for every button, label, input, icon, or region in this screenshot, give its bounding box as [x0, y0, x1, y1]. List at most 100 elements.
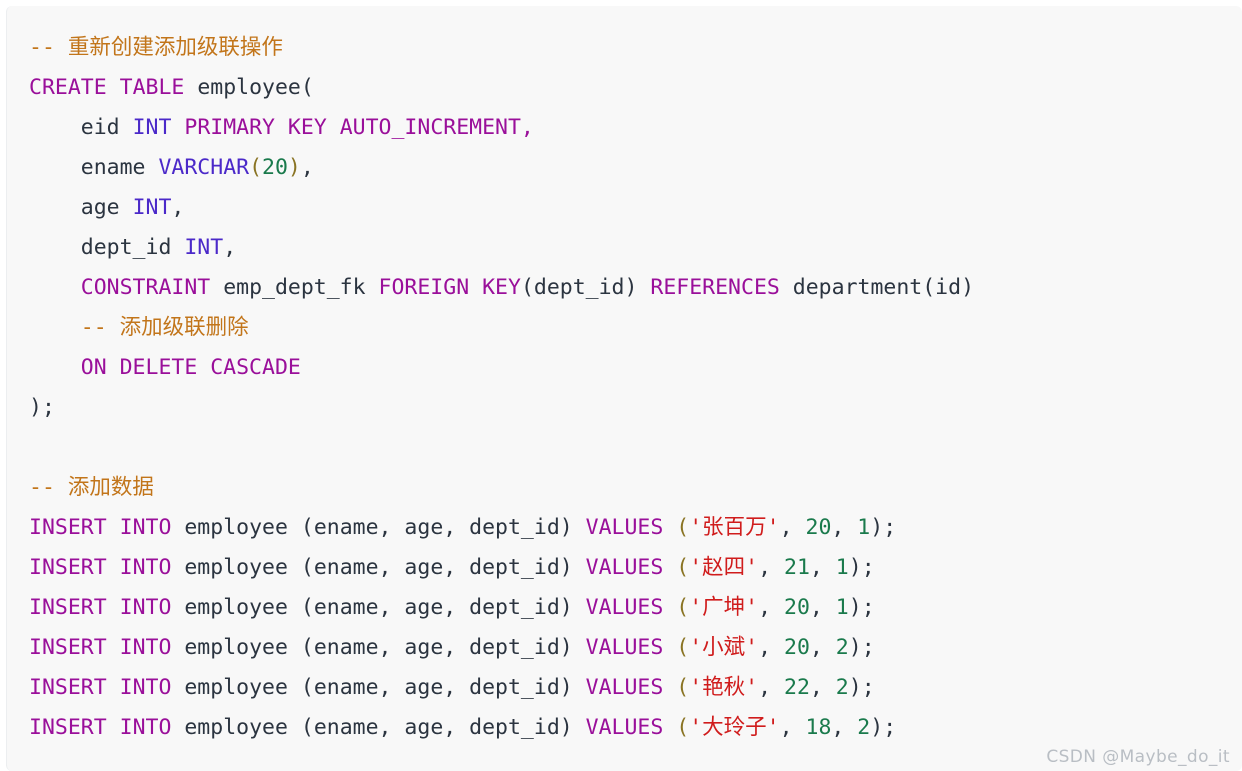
comment-text: -- 添加数据	[29, 475, 154, 500]
insert-column-list: (ename, age, dept_id)	[300, 555, 573, 580]
comma: ,	[809, 635, 836, 660]
comma: ,	[758, 595, 785, 620]
comma: ,	[831, 715, 858, 740]
value-age: 18	[805, 715, 832, 740]
keyword-key: KEY	[482, 275, 521, 300]
code-line-13: INSERT INTO employee (ename, age, dept_i…	[29, 508, 1242, 548]
code-line-15: INSERT INTO employee (ename, age, dept_i…	[29, 588, 1242, 628]
code-line-17: INSERT INTO employee (ename, age, dept_i…	[29, 668, 1242, 708]
table-name-employee: employee	[184, 555, 288, 580]
keyword-create: CREATE	[29, 75, 107, 100]
keyword-insert: INSERT	[29, 555, 107, 580]
keyword-constraint: CONSTRAINT	[80, 275, 211, 300]
value-dept-id: 1	[857, 515, 871, 540]
statement-terminator: );	[870, 515, 897, 540]
table-name-employee: employee	[184, 675, 288, 700]
keyword-into: INTO	[119, 715, 172, 740]
table-name-employee: employee	[184, 515, 288, 540]
value-age: 22	[784, 675, 810, 700]
value-name: '赵四'	[689, 555, 759, 580]
column-eid: eid	[80, 115, 120, 140]
code-line-2: CREATE TABLE employee(	[29, 68, 1242, 108]
keyword-values: VALUES	[585, 675, 664, 700]
comma: ,	[300, 155, 314, 180]
statement-terminator: );	[848, 555, 875, 580]
keyword-values: VALUES	[585, 555, 664, 580]
comment-text: -- 重新创建添加级联操作	[29, 35, 283, 60]
keyword-into: INTO	[119, 635, 172, 660]
code-line-8: -- 添加级联删除	[29, 308, 1242, 348]
code-line-1: -- 重新创建添加级联操作	[29, 28, 1242, 68]
paren-open: (	[676, 555, 690, 580]
paren-open: (	[676, 635, 690, 660]
keyword-insert: INSERT	[29, 595, 107, 620]
code-line-18: INSERT INTO employee (ename, age, dept_i…	[29, 708, 1242, 748]
code-line-9: ON DELETE CASCADE	[29, 348, 1242, 388]
comma: ,	[758, 555, 785, 580]
insert-column-list: (ename, age, dept_id)	[300, 675, 573, 700]
comma: ,	[171, 195, 185, 220]
type-int: INT	[132, 115, 172, 140]
varchar-length: 20	[262, 155, 288, 180]
paren-open: (	[676, 675, 690, 700]
keyword-into: INTO	[119, 555, 172, 580]
value-name: '小斌'	[689, 635, 759, 660]
csdn-watermark: CSDN @Maybe_do_it	[1046, 747, 1230, 767]
code-line-5: age INT,	[29, 188, 1242, 228]
statement-terminator: );	[29, 395, 55, 420]
code-line-11-blank	[29, 428, 1242, 468]
type-int: INT	[132, 195, 172, 220]
code-line-12: -- 添加数据	[29, 468, 1242, 508]
table-name-employee: employee(	[197, 75, 314, 100]
insert-column-list: (ename, age, dept_id)	[300, 515, 573, 540]
insert-column-list: (ename, age, dept_id)	[300, 595, 573, 620]
value-name: '大玲子'	[689, 715, 780, 740]
keyword-on-delete-cascade: ON DELETE CASCADE	[80, 355, 301, 380]
keyword-insert: INSERT	[29, 635, 107, 660]
table-name-employee: employee	[184, 715, 288, 740]
code-line-16: INSERT INTO employee (ename, age, dept_i…	[29, 628, 1242, 668]
code-block[interactable]: -- 重新创建添加级联操作 CREATE TABLE employee( eid …	[6, 6, 1242, 771]
keyword-values: VALUES	[585, 715, 664, 740]
type-varchar: VARCHAR	[158, 155, 250, 180]
code-line-4: ename VARCHAR(20),	[29, 148, 1242, 188]
value-dept-id: 2	[857, 715, 871, 740]
value-dept-id: 1	[835, 595, 849, 620]
keyword-values: VALUES	[585, 595, 664, 620]
value-age: 20	[784, 595, 810, 620]
paren-close: )	[287, 155, 301, 180]
keyword-insert: INSERT	[29, 515, 107, 540]
value-dept-id: 1	[835, 555, 849, 580]
keyword-insert: INSERT	[29, 715, 107, 740]
value-dept-id: 2	[835, 675, 849, 700]
statement-terminator: );	[848, 635, 875, 660]
keyword-into: INTO	[119, 515, 172, 540]
code-line-7: CONSTRAINT emp_dept_fk FOREIGN KEY(dept_…	[29, 268, 1242, 308]
comma: ,	[809, 555, 836, 580]
code-line-10: );	[29, 388, 1242, 428]
comma: ,	[809, 675, 836, 700]
insert-column-list: (ename, age, dept_id)	[300, 635, 573, 660]
table-name-employee: employee	[184, 595, 288, 620]
code-line-3: eid INT PRIMARY KEY AUTO_INCREMENT,	[29, 108, 1242, 148]
table-name-employee: employee	[184, 635, 288, 660]
comma: ,	[809, 595, 836, 620]
statement-terminator: );	[848, 595, 875, 620]
column-dept-id: dept_id	[80, 235, 172, 260]
paren-open: (	[249, 155, 263, 180]
code-line-14: INSERT INTO employee (ename, age, dept_i…	[29, 548, 1242, 588]
keyword-table: TABLE	[119, 75, 185, 100]
comma: ,	[779, 515, 806, 540]
keyword-primary-key-auto-increment: PRIMARY KEY AUTO_INCREMENT,	[184, 115, 534, 140]
paren-open: (	[676, 515, 690, 540]
code-line-6: dept_id INT,	[29, 228, 1242, 268]
keyword-references: REFERENCES	[650, 275, 780, 300]
keyword-values: VALUES	[585, 515, 664, 540]
value-age: 21	[784, 555, 810, 580]
comment-text: -- 添加级联删除	[80, 315, 249, 340]
comma: ,	[831, 515, 858, 540]
sql-source[interactable]: -- 重新创建添加级联操作 CREATE TABLE employee( eid …	[7, 6, 1242, 748]
keyword-into: INTO	[119, 595, 172, 620]
value-age: 20	[805, 515, 832, 540]
value-name: '张百万'	[689, 515, 780, 540]
